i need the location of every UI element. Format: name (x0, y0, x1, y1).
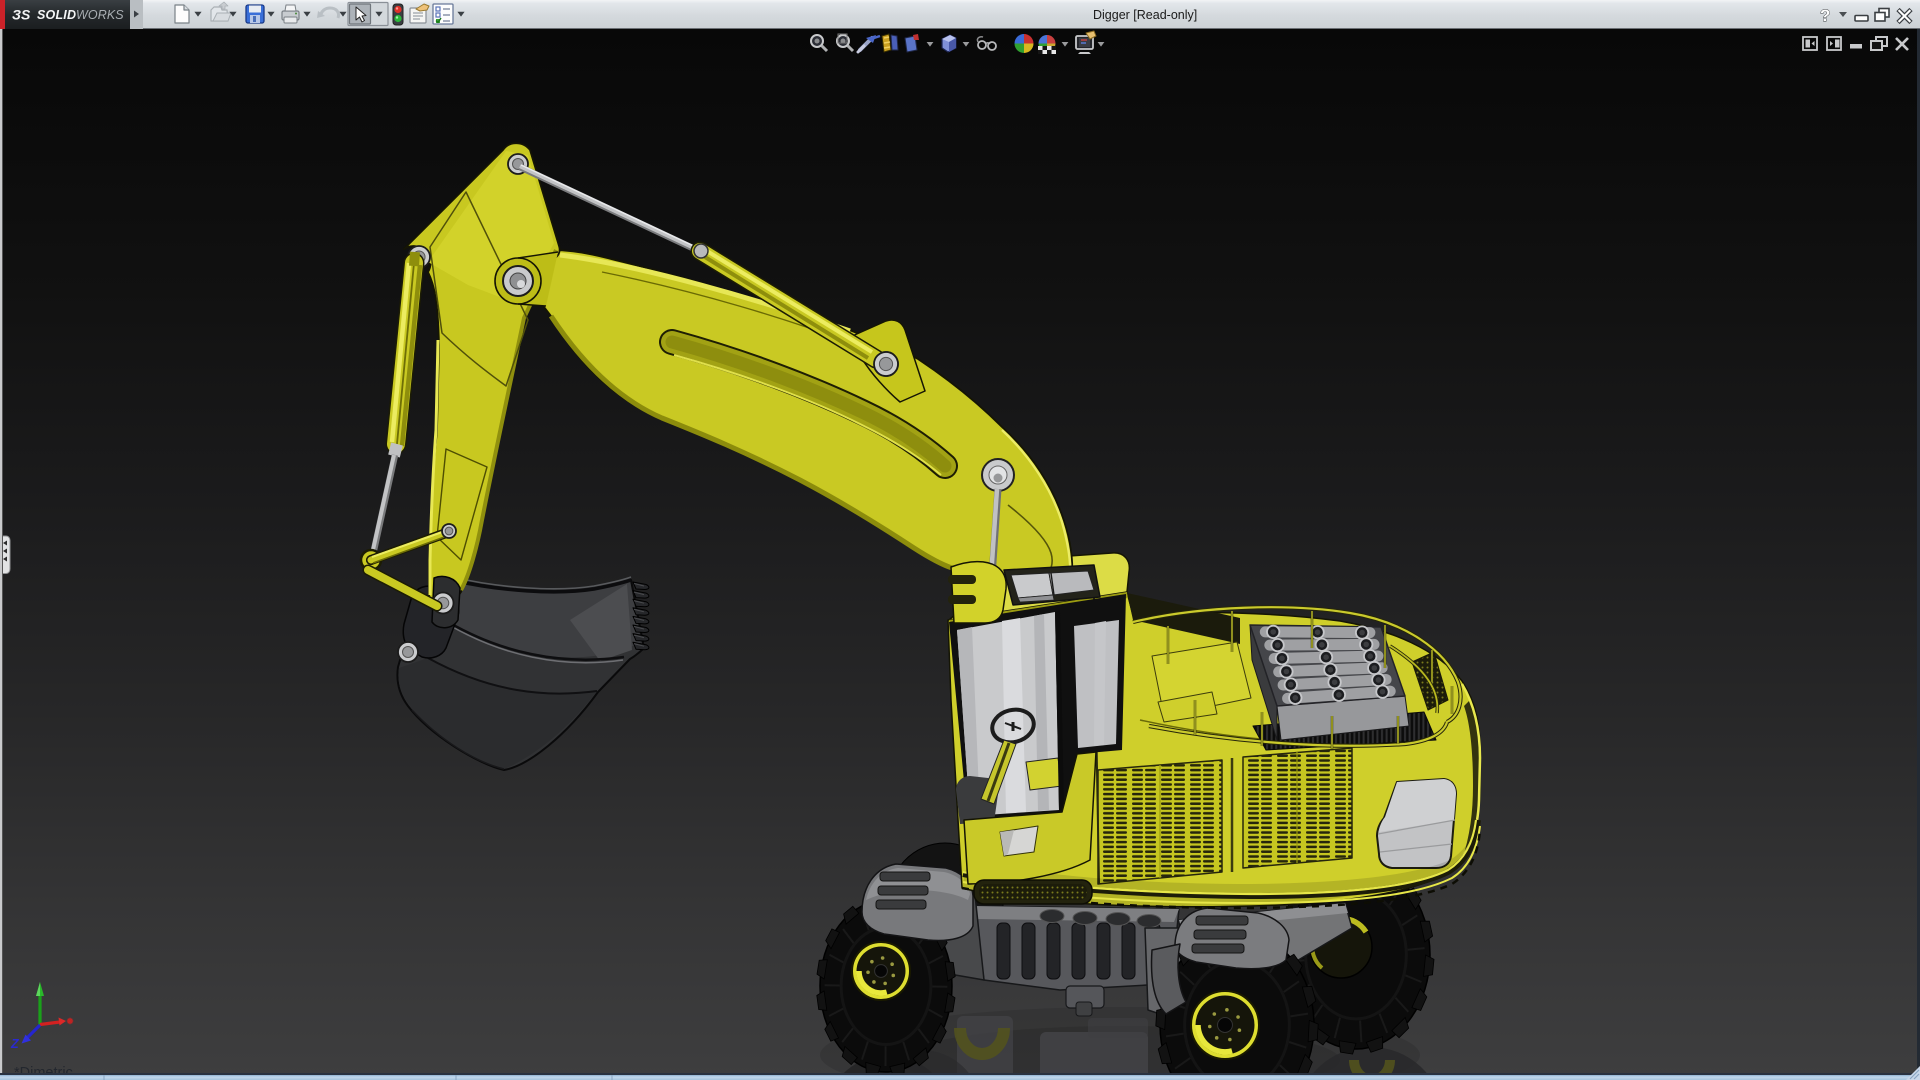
svg-text:SOLID: SOLID (37, 8, 76, 22)
svg-text:ЗS: ЗS (12, 7, 31, 23)
svg-text:?: ? (1820, 6, 1830, 25)
svg-text:Z: Z (10, 1037, 20, 1051)
svg-text:WORKS: WORKS (76, 8, 124, 22)
svg-text:Digger [Read-only]: Digger [Read-only] (1093, 8, 1197, 22)
